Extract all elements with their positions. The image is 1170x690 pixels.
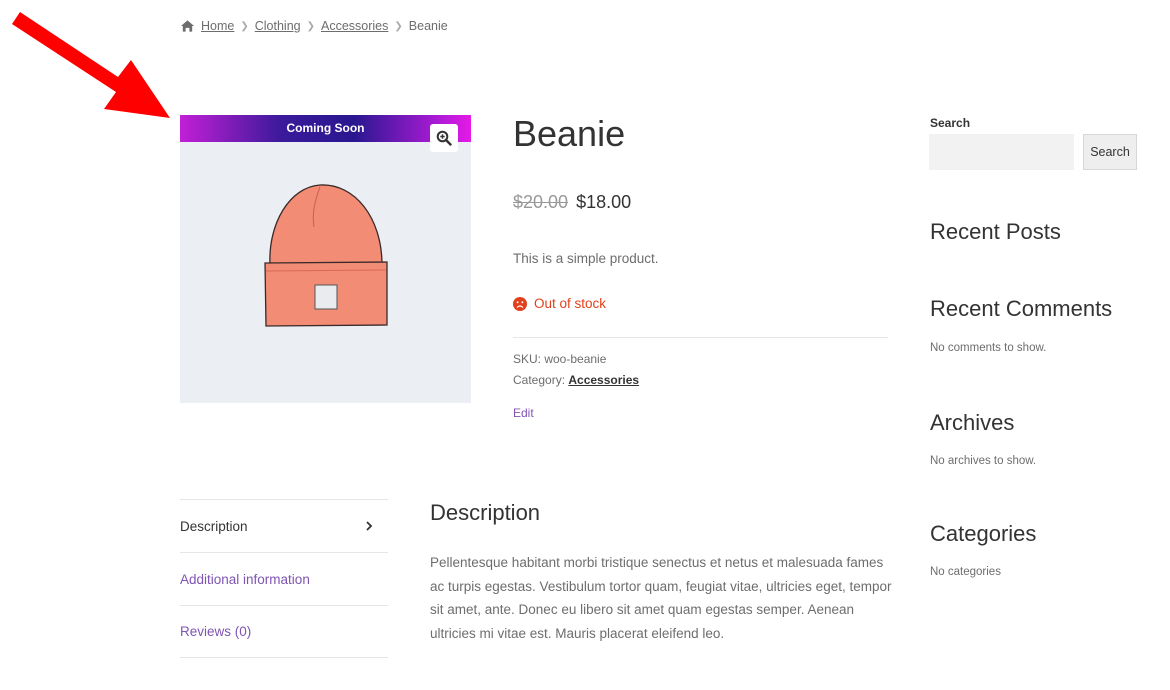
product-price: $20.00 $18.00 [513, 192, 631, 213]
divider [513, 337, 888, 338]
product-category: Category: Accessories [513, 373, 639, 387]
coming-soon-badge: Coming Soon [180, 115, 471, 142]
edit-link[interactable]: Edit [513, 406, 534, 420]
product-title: Beanie [513, 113, 626, 154]
recent-comments-text: No comments to show. [930, 342, 1047, 354]
categories-text: No categories [930, 566, 1001, 578]
tab-description[interactable]: Description [180, 499, 388, 552]
breadcrumb-home-link[interactable]: Home [201, 19, 234, 33]
tab-reviews-label: Reviews (0) [180, 624, 252, 639]
categories-title: Categories [930, 521, 1037, 546]
sku-value: woo-beanie [544, 352, 607, 366]
breadcrumb: Home ❯ Clothing ❯ Accessories ❯ Beanie [180, 19, 448, 33]
category-label: Category: [513, 373, 569, 387]
category-link[interactable]: Accessories [568, 373, 639, 387]
breadcrumb-separator: ❯ [240, 20, 249, 32]
zoom-in-icon [436, 130, 452, 146]
beanie-illustration [264, 184, 388, 327]
breadcrumb-separator: ❯ [394, 20, 403, 32]
recent-comments-title: Recent Comments [930, 296, 1113, 321]
breadcrumb-clothing-link[interactable]: Clothing [255, 19, 301, 33]
stock-status: Out of stock [513, 296, 606, 311]
tab-description-label: Description [180, 518, 248, 534]
search-input[interactable] [929, 134, 1074, 170]
home-icon[interactable] [180, 19, 195, 33]
sad-face-icon [513, 296, 527, 311]
regular-price: $20.00 [513, 192, 569, 212]
short-description: This is a simple product. [513, 251, 659, 266]
archives-text: No archives to show. [930, 455, 1037, 467]
description-title: Description [430, 500, 541, 525]
stock-status-text: Out of stock [534, 296, 607, 311]
archives-title: Archives [930, 410, 1015, 435]
recent-posts-title: Recent Posts [930, 219, 1061, 244]
product-tabs: Description Additional information Revie… [180, 499, 388, 658]
sku-label: SKU: [513, 352, 545, 366]
tab-additional-label: Additional information [180, 571, 310, 587]
annotation-arrow [12, 12, 170, 118]
tab-reviews[interactable]: Reviews (0) [180, 605, 388, 658]
product-sku: SKU: woo-beanie [513, 352, 606, 366]
product-image[interactable]: Coming Soon [180, 115, 471, 403]
sale-price: $18.00 [576, 192, 632, 212]
zoom-button[interactable] [430, 124, 458, 152]
chevron-right-icon [366, 521, 373, 531]
search-button[interactable]: Search [1083, 134, 1137, 170]
breadcrumb-current: Beanie [408, 19, 448, 33]
description-body: Pellentesque habitant morbi tristique se… [430, 555, 892, 641]
breadcrumb-separator: ❯ [306, 20, 315, 32]
breadcrumb-accessories-link[interactable]: Accessories [321, 19, 388, 33]
tab-additional-information[interactable]: Additional information [180, 552, 388, 605]
search-label: Search [930, 116, 971, 130]
